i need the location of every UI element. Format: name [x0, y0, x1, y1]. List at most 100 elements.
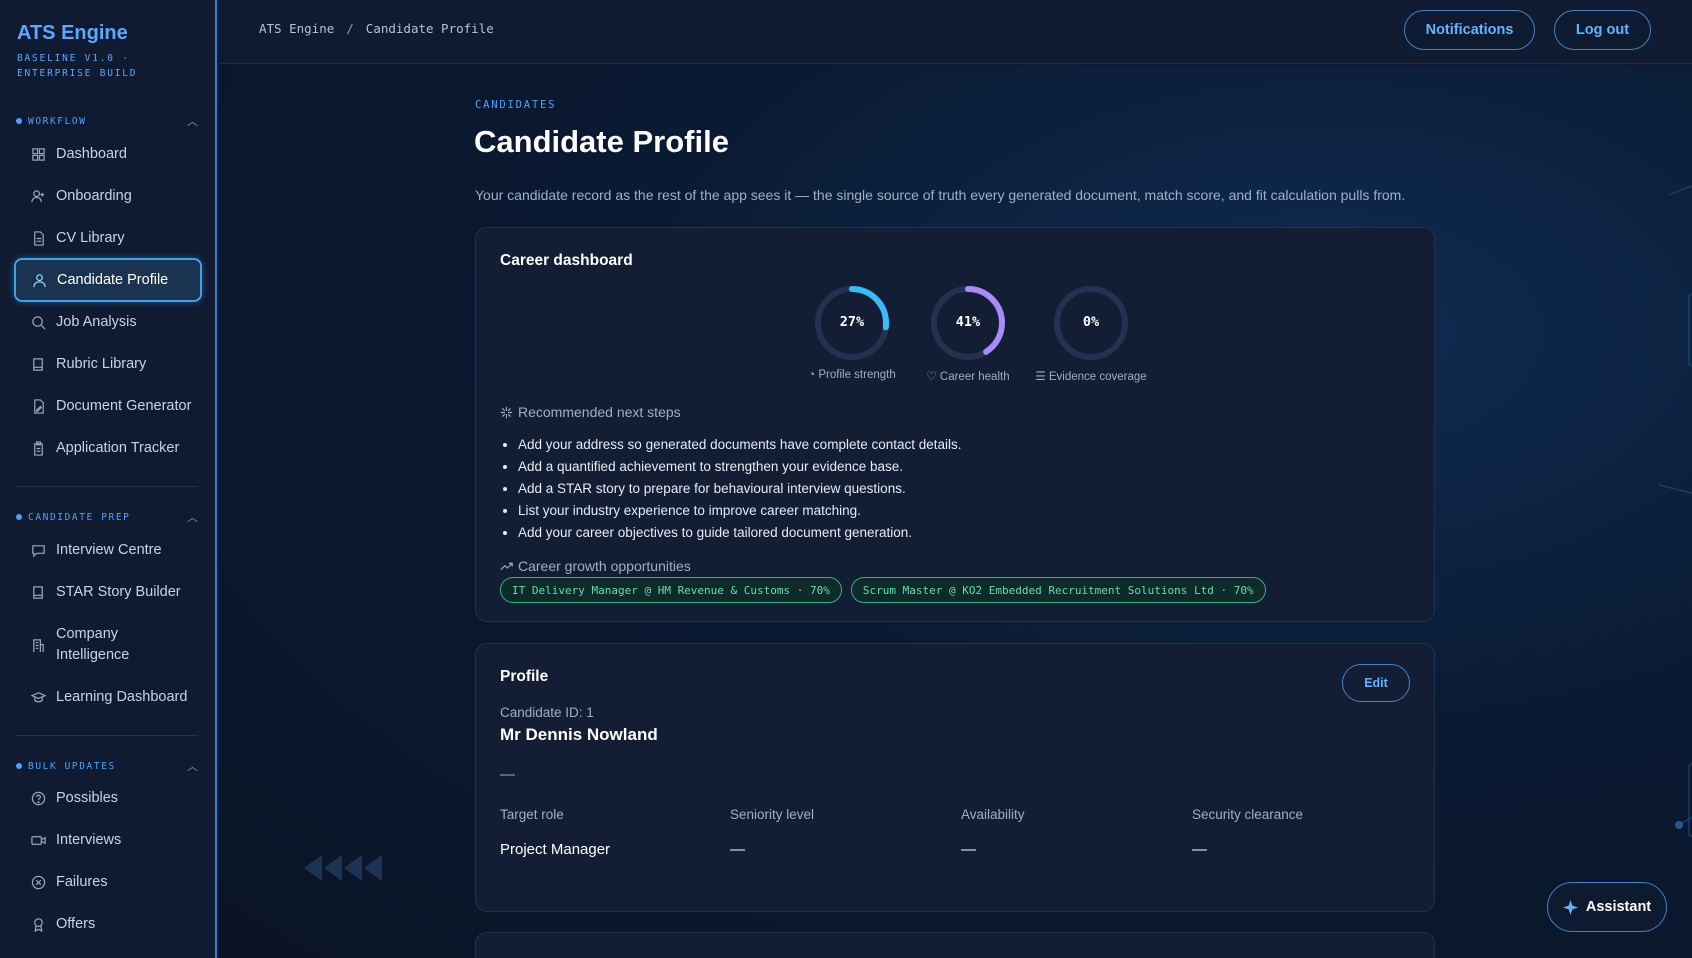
- sidebar-item-company-intelligence[interactable]: Company Intelligence: [15, 620, 201, 670]
- sidebar-item-star-story-builder[interactable]: STAR Story Builder: [15, 572, 201, 612]
- list-check-icon: ☰: [1035, 371, 1046, 383]
- sidebar-item-label: Job Analysis: [56, 314, 137, 330]
- sparkle-icon: [1562, 899, 1578, 915]
- field-value-target-role: Project Manager: [500, 841, 611, 858]
- next-steps-title: Recommended next steps: [518, 404, 681, 420]
- assistant-label: Assistant: [1585, 899, 1652, 915]
- growth-heading: Career growth opportunities: [500, 558, 691, 574]
- heart-icon: ♡: [926, 371, 937, 383]
- assistant-button[interactable]: Assistant: [1547, 882, 1667, 932]
- sidebar-item-onboarding[interactable]: Onboarding: [15, 176, 201, 216]
- sidebar-item-application-tracker[interactable]: Application Tracker: [15, 428, 201, 468]
- gauge-label-text: Profile strength: [818, 369, 896, 381]
- sidebar-item-label: Rubric Library: [56, 356, 147, 372]
- section-label: BULK UPDATES: [28, 760, 116, 772]
- list-item: Add your career objectives to guide tail…: [518, 522, 962, 544]
- gauge-career-health: 41% ♡ Career health: [908, 283, 1028, 383]
- page-description: Your candidate record as the rest of the…: [475, 187, 1406, 203]
- sidebar-item-label: CV Library: [56, 230, 125, 246]
- breadcrumb-current: Candidate Profile: [365, 21, 494, 36]
- page-title: Candidate Profile: [474, 124, 729, 159]
- gauge-label-text: Career health: [939, 371, 1010, 383]
- sidebar-item-interview-centre[interactable]: Interview Centre: [15, 530, 201, 570]
- next-steps-list: Add your address so generated documents …: [518, 434, 962, 544]
- document-icon: [34, 230, 44, 246]
- sidebar-item-document-generator[interactable]: Document Generator: [15, 386, 201, 426]
- grid-icon: [32, 147, 45, 161]
- book-icon: [33, 357, 43, 371]
- gauge-icon: ◔: [808, 369, 816, 381]
- career-dashboard-card: Career dashboard 27% ◔ Profile strength …: [475, 227, 1435, 622]
- sidebar-item-job-analysis[interactable]: Job Analysis: [15, 302, 201, 342]
- sidebar-item-candidate-profile[interactable]: Candidate Profile: [14, 258, 202, 302]
- page-eyebrow: CANDIDATES: [475, 99, 557, 111]
- sparkle-icon: [500, 406, 513, 418]
- sidebar-item-possibles[interactable]: Possibles: [15, 778, 201, 818]
- logout-button[interactable]: Log out: [1554, 10, 1651, 50]
- app-title[interactable]: ATS Engine: [17, 22, 167, 45]
- next-steps-heading: Recommended next steps: [500, 404, 681, 420]
- section-label: CANDIDATE PREP: [28, 511, 131, 523]
- section-dot: [16, 763, 22, 769]
- notifications-button[interactable]: Notifications: [1404, 10, 1535, 50]
- background-network-illustration: [1658, 185, 1692, 838]
- sidebar-item-label: Document Generator: [56, 398, 192, 414]
- chevron-up-icon[interactable]: ︿: [187, 509, 198, 525]
- candidate-id: Candidate ID: 1: [500, 705, 594, 720]
- sidebar-item-label: Possibles: [56, 790, 119, 806]
- divider: [16, 486, 198, 487]
- decorative-arrows-icon: [304, 855, 382, 881]
- opportunity-pill[interactable]: Scrum Master @ KO2 Embedded Recruitment …: [850, 577, 1266, 603]
- section-candidate-prep[interactable]: CANDIDATE PREP ︿: [16, 509, 198, 525]
- gauge-label: ♡ Career health: [908, 369, 1028, 383]
- clipboard-icon: [34, 440, 43, 456]
- breadcrumb-separator: /: [346, 21, 354, 36]
- section-workflow[interactable]: WORKFLOW ︿: [16, 113, 198, 129]
- sidebar-item-failures[interactable]: Failures: [15, 862, 201, 902]
- search-icon: [32, 315, 46, 329]
- growth-title: Career growth opportunities: [518, 558, 691, 574]
- field-value-security-clearance: —: [1192, 841, 1207, 858]
- sidebar-item-label: Candidate Profile: [57, 272, 169, 288]
- chevron-up-icon[interactable]: ︿: [187, 758, 198, 774]
- gauge-evidence-coverage: 0% ☰ Evidence coverage: [1031, 283, 1151, 383]
- edit-button[interactable]: Edit: [1342, 664, 1410, 702]
- next-card: [475, 932, 1435, 958]
- opportunity-pill[interactable]: IT Delivery Manager @ HM Revenue & Custo…: [500, 577, 842, 603]
- sidebar-item-cv-library[interactable]: CV Library: [15, 218, 201, 258]
- award-icon: [34, 917, 43, 932]
- sidebar-item-rubric-library[interactable]: Rubric Library: [15, 344, 201, 384]
- graduation-cap-icon: [31, 691, 46, 702]
- chevron-up-icon[interactable]: ︿: [187, 113, 198, 129]
- sidebar-item-label: Dashboard: [56, 146, 127, 162]
- candidate-name: Mr Dennis Nowland: [500, 725, 658, 744]
- app-subtitle: BASELINE V1.0 · ENTERPRISE BUILD: [17, 53, 138, 79]
- help-circle-icon: [31, 791, 46, 805]
- section-bulk-updates[interactable]: BULK UPDATES ︿: [16, 758, 198, 774]
- section-dot: [16, 514, 22, 520]
- sidebar-item-label: Failures: [56, 874, 108, 890]
- field-label-security-clearance: Security clearance: [1192, 807, 1304, 822]
- section-dot: [16, 118, 22, 124]
- file-edit-icon: [34, 398, 44, 414]
- sidebar-item-offers[interactable]: Offers: [15, 904, 201, 944]
- topbar: ATS Engine / Candidate Profile Notificatio…: [219, 0, 1692, 64]
- opportunities-list: IT Delivery Manager @ HM Revenue & Custo…: [500, 577, 1266, 603]
- gauge-label: ◔ Profile strength: [792, 369, 912, 381]
- sidebar-item-learning-dashboard[interactable]: Learning Dashboard: [15, 677, 201, 717]
- field-label-target-role: Target role: [500, 807, 564, 822]
- profile-card: Profile Edit Candidate ID: 1 Mr Dennis N…: [475, 643, 1435, 912]
- gauge-value: 0%: [1082, 314, 1100, 330]
- candidate-headline: —: [500, 766, 515, 783]
- list-item: Add a quantified achievement to strength…: [518, 456, 962, 478]
- video-icon: [31, 835, 46, 845]
- sidebar-item-interviews[interactable]: Interviews: [15, 820, 201, 860]
- gauge-label-text: Evidence coverage: [1048, 371, 1147, 383]
- trending-up-icon: [500, 562, 513, 570]
- x-circle-icon: [31, 875, 46, 889]
- field-value-seniority: —: [730, 841, 745, 858]
- sidebar-item-dashboard[interactable]: Dashboard: [15, 134, 201, 174]
- sidebar-item-label: Offers: [56, 916, 96, 932]
- breadcrumb-root[interactable]: ATS Engine: [259, 21, 334, 36]
- user-icon: [33, 273, 46, 287]
